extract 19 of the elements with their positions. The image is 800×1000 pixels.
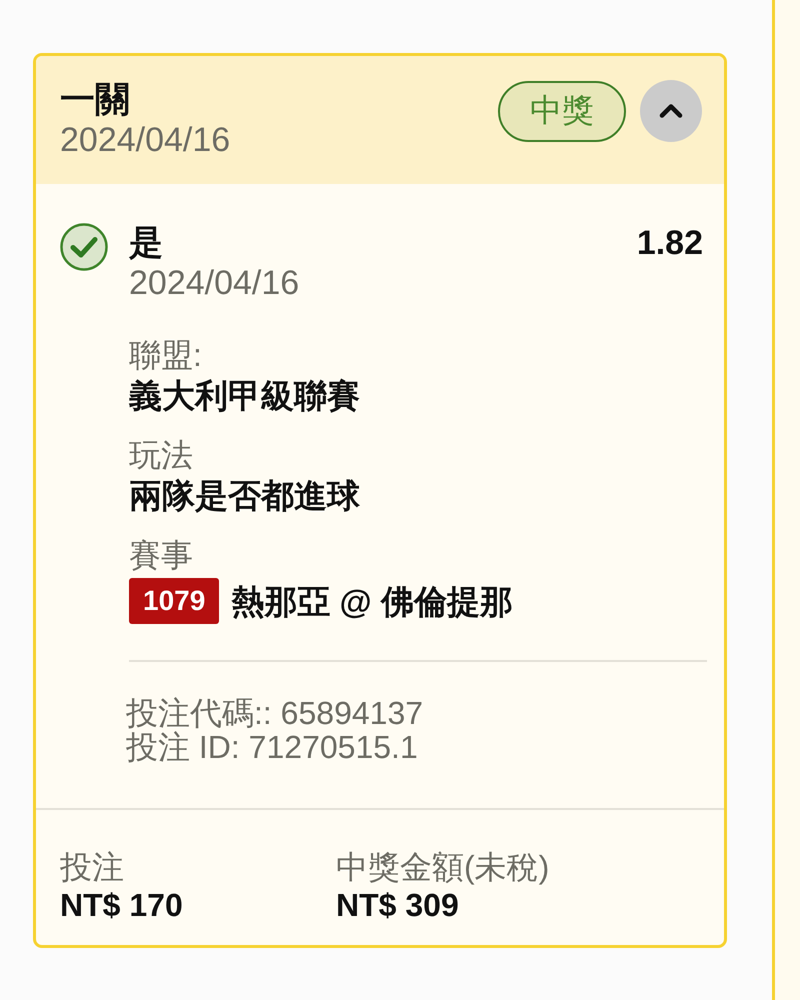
odds-value: 1.82	[636, 223, 703, 263]
bet-date: 2024/04/16	[60, 120, 230, 160]
detail-value: 兩隊是否都進球	[129, 476, 360, 516]
selection-date: 2024/04/16	[129, 263, 300, 303]
detail-label: 聯盟:	[129, 336, 202, 375]
bet-reference: 投注 ID: 71270515.1	[126, 730, 419, 764]
detail-label: 玩法	[129, 436, 193, 475]
total-amount: NT$ 309	[336, 887, 459, 923]
match-teams: 熱那亞 @ 佛倫提那	[231, 582, 513, 622]
total-amount: NT$ 170	[60, 887, 183, 923]
selection-pick: 是	[129, 223, 163, 263]
detail-label: 賽事	[129, 536, 193, 575]
total-label: 中獎金額(未稅)	[336, 848, 550, 887]
bet-type-title: 一關	[60, 80, 130, 120]
total-label: 投注	[60, 848, 124, 887]
match-number-badge: 1079	[129, 578, 220, 624]
detail-value: 義大利甲級聯賽	[129, 376, 360, 416]
status-badge: 中獎	[498, 80, 626, 142]
bet-reference: 投注代碼:: 65894137	[126, 696, 424, 730]
